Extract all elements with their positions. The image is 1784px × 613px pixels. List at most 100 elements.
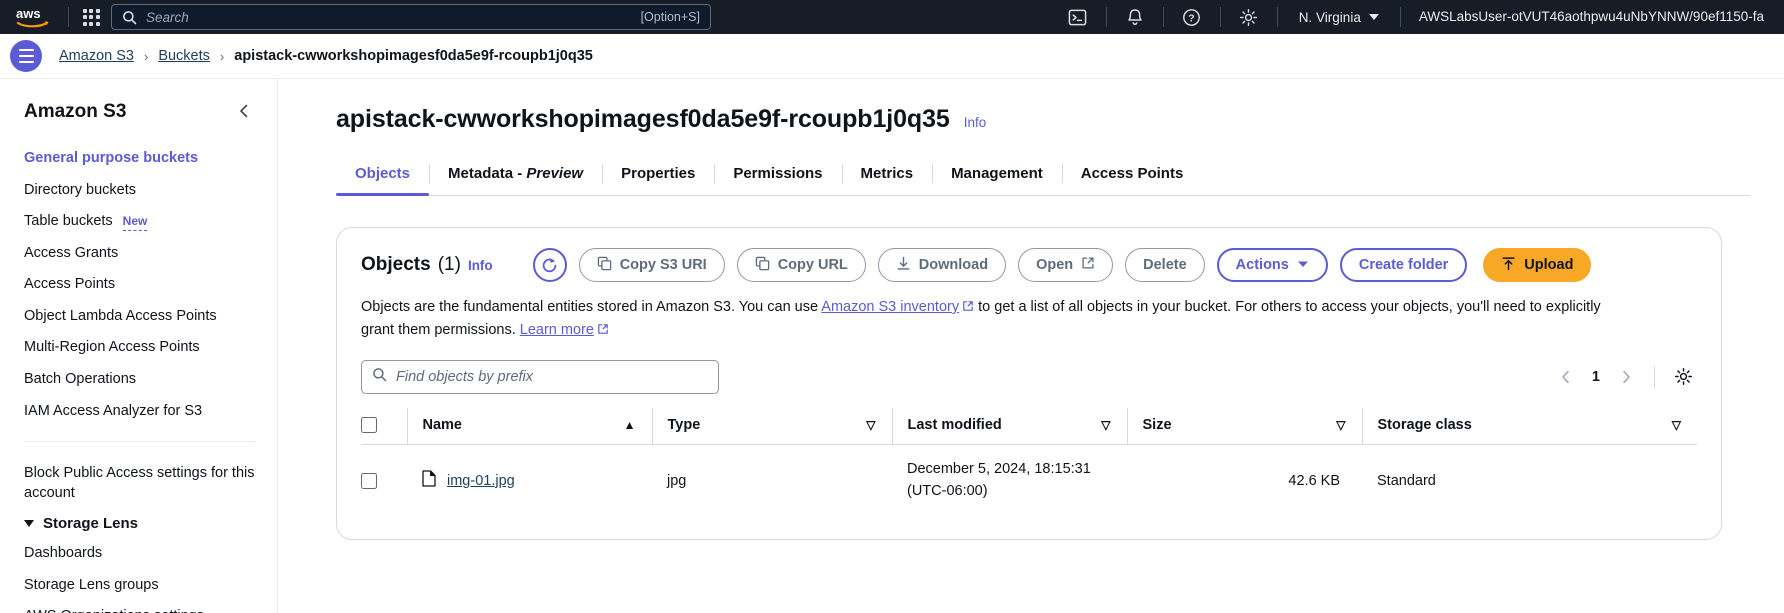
nav-divider (1219, 7, 1221, 27)
tab-label: Permissions (733, 165, 823, 182)
tab-label: Management (951, 165, 1043, 182)
sidebar-item-dashboards[interactable]: Dashboards (24, 538, 255, 570)
copy-url-button[interactable]: Copy URL (736, 248, 866, 282)
sidebar-item-object-lambda-access-points[interactable]: Object Lambda Access Points (24, 301, 255, 333)
column-header-last-modified[interactable]: Last modified ▽ (891, 407, 1127, 445)
sidebar-item-aws-organizations-settings[interactable]: AWS Organizations settings (24, 601, 255, 613)
column-header-type[interactable]: Type ▽ (651, 407, 892, 445)
column-label: Name (422, 416, 463, 433)
tab-label-preview: Preview (526, 165, 584, 182)
top-navigation-bar: aws Search [Option+S] ? N. Virginia AWSL… (0, 0, 1784, 34)
sidebar-item-storage-lens-groups[interactable]: Storage Lens groups (24, 570, 255, 602)
account-menu[interactable]: AWSLabsUser-otVUT46aothpwu4uNbYNNW/90ef1… (1409, 0, 1774, 34)
row-last-modified-cell: December 5, 2024, 18:15:31 (UTC-06:00) (892, 444, 1127, 517)
objects-heading-label: Objects (361, 254, 431, 275)
upload-button[interactable]: Upload (1483, 248, 1592, 282)
table-row[interactable]: img-01.jpg jpg December 5, 2024, 18:15:3… (361, 444, 1697, 517)
select-all-checkbox[interactable] (361, 416, 377, 433)
objects-table: Name ▲ Type ▽ Last modified ▽ Size ▽ Storage (361, 407, 1697, 518)
learn-more-link[interactable]: Learn more (520, 322, 594, 338)
delete-button[interactable]: Delete (1125, 248, 1205, 282)
sidebar-item-access-grants[interactable]: Access Grants (24, 238, 255, 270)
sidebar-item-general-purpose-buckets[interactable]: General purpose buckets (24, 143, 255, 175)
sidebar-item-label: AWS Organizations settings (24, 607, 204, 613)
breadcrumb-bar: Amazon S3 › Buckets › apistack-cwworksho… (0, 34, 1784, 79)
apps-grid-icon[interactable] (77, 4, 105, 30)
sidebar-item-table-buckets[interactable]: Table buckets New (24, 206, 255, 238)
page-title: apistack-cwworkshopimagesf0da5e9f-rcoupb… (336, 105, 950, 133)
help-question-icon[interactable]: ? (1172, 0, 1212, 34)
column-label: Type (667, 416, 701, 433)
download-button[interactable]: Download (877, 248, 1007, 282)
sidebar-header: Amazon S3 (24, 101, 255, 126)
row-name-cell: img-01.jpg (407, 444, 652, 517)
settings-gear-icon[interactable] (1229, 0, 1269, 34)
notifications-bell-icon[interactable] (1115, 0, 1155, 34)
find-objects-placeholder: Find objects by prefix (396, 368, 534, 385)
create-folder-button[interactable]: Create folder (1339, 248, 1468, 282)
objects-info-link[interactable]: Info (468, 258, 493, 273)
hamburger-menu-icon[interactable] (10, 40, 42, 72)
sidebar-title: Amazon S3 (24, 101, 127, 122)
cloudshell-icon[interactable] (1058, 0, 1098, 34)
sidebar-item-batch-operations[interactable]: Batch Operations (24, 364, 255, 396)
objects-description: Objects are the fundamental entities sto… (361, 296, 1611, 343)
tab-permissions[interactable]: Permissions (714, 155, 841, 195)
amazon-s3-inventory-link[interactable]: Amazon S3 inventory (821, 299, 959, 315)
sidebar-item-multi-region-access-points[interactable]: Multi-Region Access Points (24, 332, 255, 364)
breadcrumb-separator: › (143, 48, 149, 64)
button-label: Delete (1143, 257, 1187, 273)
tab-properties[interactable]: Properties (602, 155, 714, 195)
tab-metrics[interactable]: Metrics (841, 155, 933, 195)
breadcrumb-item-current: apistack-cwworkshopimagesf0da5e9f-rcoupb… (234, 48, 593, 64)
find-objects-input[interactable]: Find objects by prefix (361, 359, 719, 394)
sidebar-group-storage-lens[interactable]: Storage Lens (24, 509, 255, 538)
sidebar-item-iam-access-analyzer[interactable]: IAM Access Analyzer for S3 (24, 396, 255, 428)
breadcrumb-item-buckets[interactable]: Buckets (158, 48, 210, 64)
table-preferences-gear-icon[interactable] (1669, 363, 1697, 391)
region-selector[interactable]: N. Virginia (1286, 0, 1392, 34)
aws-logo[interactable]: aws (12, 4, 54, 30)
copy-s3-uri-button[interactable]: Copy S3 URI (578, 248, 725, 282)
sidebar-item-label: IAM Access Analyzer for S3 (24, 402, 203, 419)
row-checkbox[interactable] (361, 472, 377, 489)
row-select-cell (361, 444, 407, 517)
nav-divider (1105, 7, 1107, 27)
new-badge: New (122, 213, 148, 232)
tab-label: Metrics (860, 165, 914, 182)
breadcrumb-item-amazon-s3[interactable]: Amazon S3 (59, 48, 134, 64)
sidebar-item-label: Access Points (24, 276, 116, 293)
nav-divider (1276, 7, 1278, 27)
sort-ascending-icon: ▲ (623, 417, 636, 432)
column-label: Size (1142, 416, 1172, 433)
sidebar-item-label: Object Lambda Access Points (24, 307, 217, 324)
row-type-cell: jpg (667, 472, 687, 489)
sidebar-item-directory-buckets[interactable]: Directory buckets (24, 175, 255, 207)
tab-metadata[interactable]: Metadata - Preview (429, 155, 602, 195)
copy-icon (755, 256, 770, 275)
column-header-size[interactable]: Size ▽ (1126, 407, 1362, 445)
column-header-name[interactable]: Name ▲ (406, 407, 652, 445)
tab-access-points[interactable]: Access Points (1061, 155, 1203, 195)
page-info-link[interactable]: Info (964, 115, 987, 130)
pagination-prev-icon[interactable] (1552, 363, 1580, 391)
external-link-icon (597, 320, 609, 342)
button-label: Copy S3 URI (619, 257, 707, 273)
tab-management[interactable]: Management (932, 155, 1062, 195)
refresh-icon[interactable] (532, 248, 567, 282)
sidebar-item-access-points[interactable]: Access Points (24, 269, 255, 301)
column-header-storage-class[interactable]: Storage class ▽ (1361, 407, 1697, 445)
row-storage-class-cell: Standard (1377, 472, 1436, 489)
actions-dropdown-button[interactable]: Actions (1216, 248, 1328, 282)
nav-right-group: ? N. Virginia AWSLabsUser-otVUT46aothpwu… (1058, 0, 1774, 34)
button-label: Actions (1235, 257, 1289, 273)
pagination-next-icon[interactable] (1612, 363, 1640, 391)
pagination-page-number[interactable]: 1 (1584, 369, 1608, 385)
open-button[interactable]: Open (1018, 248, 1114, 282)
tab-objects[interactable]: Objects (336, 155, 430, 196)
sidebar-item-block-public-access[interactable]: Block Public Access settings for this ac… (24, 458, 255, 509)
search-input[interactable]: Search [Option+S] (111, 4, 711, 30)
sidebar-group-label: Storage Lens (43, 515, 139, 533)
chevron-left-icon[interactable] (233, 101, 255, 126)
object-name-link[interactable]: img-01.jpg (447, 473, 515, 489)
